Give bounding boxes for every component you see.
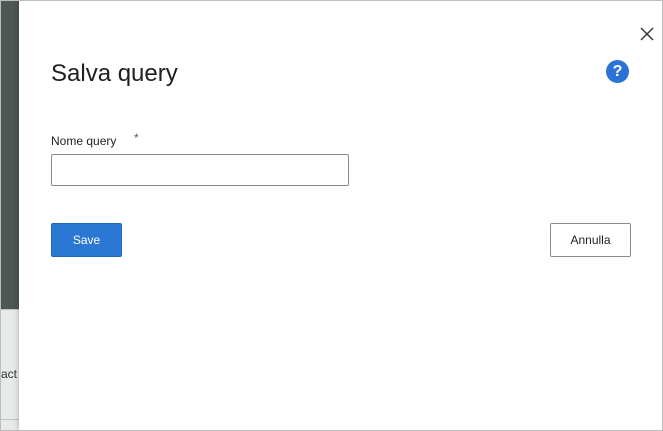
close-button[interactable]: [637, 24, 657, 44]
divider: [1, 309, 19, 310]
required-indicator: *: [134, 131, 139, 145]
save-button[interactable]: Save: [51, 223, 122, 257]
background-text-fragment: act: [1, 367, 18, 381]
background-sidebar: [1, 1, 19, 309]
query-name-input[interactable]: [51, 154, 349, 186]
divider: [1, 419, 19, 420]
close-icon: [640, 27, 654, 41]
background-app: act: [1, 1, 19, 430]
query-name-label: Nome query: [51, 134, 117, 148]
dialog-title: Salva query: [51, 60, 178, 87]
save-query-dialog: Salva query ? Nome query * Save Annulla: [19, 1, 662, 430]
app-window: act Salva query ? Nome query * Save Annu…: [0, 0, 663, 431]
cancel-button[interactable]: Annulla: [550, 223, 631, 257]
help-icon[interactable]: ?: [606, 60, 629, 83]
